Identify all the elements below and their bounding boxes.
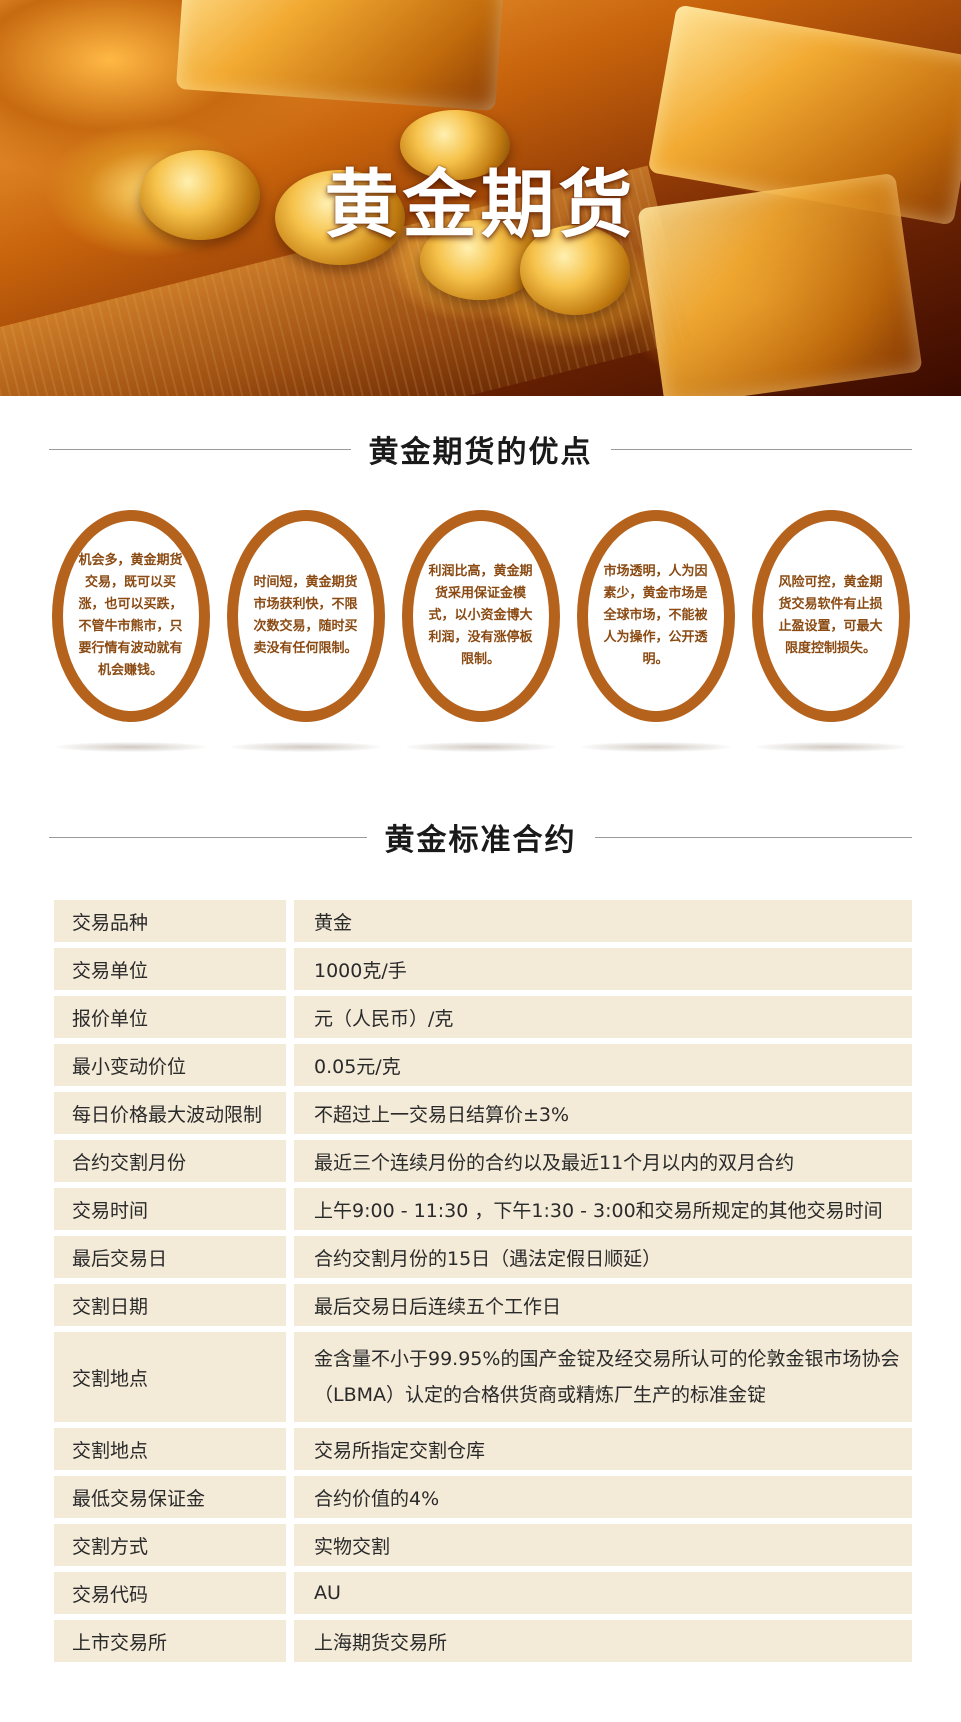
oval-shadow bbox=[230, 742, 381, 752]
table-key: 最后交易日 bbox=[54, 1236, 286, 1278]
table-value: 不超过上一交易日结算价±3% bbox=[294, 1092, 912, 1134]
table-key: 交易单位 bbox=[54, 948, 286, 990]
advantage-text: 时间短，黄金期货市场获利快，不限次数交易，随时买卖没有任何限制。 bbox=[253, 575, 358, 656]
advantage-oval: 市场透明，人为因素少，黄金市场是全球市场，不能被人为操作，公开透明。 bbox=[576, 510, 735, 722]
table-key: 上市交易所 bbox=[54, 1620, 286, 1662]
table-value: 1000克/手 bbox=[294, 948, 912, 990]
table-row: 交易代码 AU bbox=[54, 1572, 912, 1614]
hero-banner: 黄金期货 bbox=[0, 0, 961, 396]
advantages-heading: 黄金期货的优点 bbox=[49, 424, 912, 474]
advantages-title: 黄金期货的优点 bbox=[350, 427, 611, 471]
table-row: 交割方式 实物交割 bbox=[54, 1524, 912, 1566]
table-value: 黄金 bbox=[294, 900, 912, 942]
table-row: 合约交割月份 最近三个连续月份的合约以及最近11个月以内的双月合约 bbox=[54, 1140, 912, 1182]
advantage-oval: 风险可控，黄金期货交易软件有止损止盈设置，可最大限度控制损失。 bbox=[751, 510, 910, 722]
table-value: 上海期货交易所 bbox=[294, 1620, 912, 1662]
table-key: 合约交割月份 bbox=[54, 1140, 286, 1182]
oval-shadow bbox=[405, 742, 556, 752]
oval-shadow bbox=[55, 742, 206, 752]
table-value: 上午9:00 - 11:30 ，下午1:30 - 3:00和交易所规定的其他交易… bbox=[294, 1188, 912, 1230]
table-key: 交割地点 bbox=[54, 1332, 286, 1422]
table-row: 交割地点 交易所指定交割仓库 bbox=[54, 1428, 912, 1470]
table-key: 交易品种 bbox=[54, 900, 286, 942]
table-row: 最低交易保证金 合约价值的4% bbox=[54, 1476, 912, 1518]
table-key: 最低交易保证金 bbox=[54, 1476, 286, 1518]
gold-bar-image bbox=[175, 0, 505, 112]
table-key: 交割日期 bbox=[54, 1284, 286, 1326]
table-row: 每日价格最大波动限制 不超过上一交易日结算价±3% bbox=[54, 1092, 912, 1134]
table-value: AU bbox=[294, 1572, 912, 1614]
table-value: 合约交割月份的15日（遇法定假日顺延） bbox=[294, 1236, 912, 1278]
advantage-oval: 时间短，黄金期货市场获利快，不限次数交易，随时买卖没有任何限制。 bbox=[226, 510, 385, 722]
contract-table: 交易品种 黄金 交易单位 1000克/手 报价单位 元（人民币）/克 最小变动价… bbox=[54, 900, 912, 1662]
table-value: 元（人民币）/克 bbox=[294, 996, 912, 1038]
oval-shadow bbox=[755, 742, 906, 752]
advantage-text: 市场透明，人为因素少，黄金市场是全球市场，不能被人为操作，公开透明。 bbox=[603, 564, 708, 667]
contract-title: 黄金标准合约 bbox=[366, 815, 595, 859]
table-row: 交割地点 金含量不小于99.95%的国产金锭及经交易所认可的伦敦金银市场协会（L… bbox=[54, 1332, 912, 1422]
advantage-item: 利润比高，黄金期货采用保证金模式，以小资金博大利润，没有涨停板限制。 bbox=[401, 510, 560, 752]
table-value: 最后交易日后连续五个工作日 bbox=[294, 1284, 912, 1326]
contract-heading: 黄金标准合约 bbox=[49, 812, 912, 862]
table-key: 每日价格最大波动限制 bbox=[54, 1092, 286, 1134]
table-row: 交易品种 黄金 bbox=[54, 900, 912, 942]
table-row: 报价单位 元（人民币）/克 bbox=[54, 996, 912, 1038]
table-row: 上市交易所 上海期货交易所 bbox=[54, 1620, 912, 1662]
advantage-item: 市场透明，人为因素少，黄金市场是全球市场，不能被人为操作，公开透明。 bbox=[576, 510, 735, 752]
table-row: 交易时间 上午9:00 - 11:30 ，下午1:30 - 3:00和交易所规定… bbox=[54, 1188, 912, 1230]
hero-title: 黄金期货 bbox=[324, 162, 637, 248]
table-row: 最小变动价位 0.05元/克 bbox=[54, 1044, 912, 1086]
oval-shadow bbox=[580, 742, 731, 752]
table-row: 交易单位 1000克/手 bbox=[54, 948, 912, 990]
advantage-item: 机会多，黄金期货交易，既可以买涨，也可以买跌，不管牛市熊市，只要行情有波动就有机… bbox=[51, 510, 210, 752]
table-key: 报价单位 bbox=[54, 996, 286, 1038]
advantages-list: 机会多，黄金期货交易，既可以买涨，也可以买跌，不管牛市熊市，只要行情有波动就有机… bbox=[51, 510, 910, 752]
table-value: 交易所指定交割仓库 bbox=[294, 1428, 912, 1470]
advantage-text: 风险可控，黄金期货交易软件有止损止盈设置，可最大限度控制损失。 bbox=[778, 575, 883, 656]
table-key: 交易代码 bbox=[54, 1572, 286, 1614]
table-key: 交割地点 bbox=[54, 1428, 286, 1470]
table-value: 最近三个连续月份的合约以及最近11个月以内的双月合约 bbox=[294, 1140, 912, 1182]
table-value: 0.05元/克 bbox=[294, 1044, 912, 1086]
advantage-oval: 利润比高，黄金期货采用保证金模式，以小资金博大利润，没有涨停板限制。 bbox=[401, 510, 560, 722]
advantage-item: 时间短，黄金期货市场获利快，不限次数交易，随时买卖没有任何限制。 bbox=[226, 510, 385, 752]
table-key: 交割方式 bbox=[54, 1524, 286, 1566]
table-row: 交割日期 最后交易日后连续五个工作日 bbox=[54, 1284, 912, 1326]
table-row: 最后交易日 合约交割月份的15日（遇法定假日顺延） bbox=[54, 1236, 912, 1278]
advantage-text: 机会多，黄金期货交易，既可以买涨，也可以买跌，不管牛市熊市，只要行情有波动就有机… bbox=[78, 553, 183, 678]
advantage-text: 利润比高，黄金期货采用保证金模式，以小资金博大利润，没有涨停板限制。 bbox=[428, 564, 533, 667]
table-value: 实物交割 bbox=[294, 1524, 912, 1566]
table-key: 最小变动价位 bbox=[54, 1044, 286, 1086]
table-key: 交易时间 bbox=[54, 1188, 286, 1230]
table-value: 金含量不小于99.95%的国产金锭及经交易所认可的伦敦金银市场协会（LBMA）认… bbox=[294, 1332, 912, 1422]
advantage-oval: 机会多，黄金期货交易，既可以买涨，也可以买跌，不管牛市熊市，只要行情有波动就有机… bbox=[51, 510, 210, 722]
advantage-item: 风险可控，黄金期货交易软件有止损止盈设置，可最大限度控制损失。 bbox=[751, 510, 910, 752]
table-value: 合约价值的4% bbox=[294, 1476, 912, 1518]
